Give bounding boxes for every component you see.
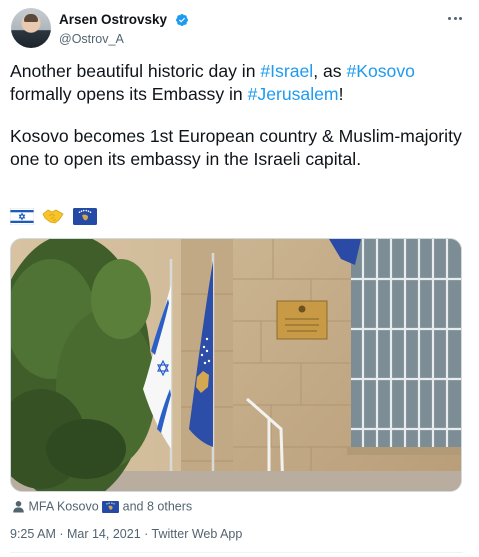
verified-badge-icon: [175, 13, 188, 26]
flag-kosovo-icon: [102, 500, 120, 513]
tweet-time[interactable]: 9:25 AM: [10, 527, 56, 541]
tweet-text-segment: , as: [313, 61, 347, 81]
tweet-photo[interactable]: [10, 238, 462, 492]
divider: [10, 552, 463, 553]
tagged-users[interactable]: MFA Kosovo and 8 others: [12, 498, 192, 515]
tweet-text-segment: Another beautiful historic day in: [10, 61, 261, 81]
meta-separator: ·: [140, 527, 152, 541]
flag-kosovo-icon: [72, 207, 97, 225]
author-handle[interactable]: @Ostrov_A: [59, 30, 189, 48]
tweet-header: Arsen Ostrovsky @Ostrov_A: [11, 8, 465, 48]
tweet-source[interactable]: Twitter Web App: [152, 527, 243, 541]
hashtag-israel-link[interactable]: #Israel: [260, 61, 313, 81]
hashtag-jerusalem-link[interactable]: #Jerusalem: [248, 84, 339, 104]
handshake-icon: [42, 209, 65, 224]
tweet-paragraph-2: Kosovo becomes 1st European country & Mu…: [10, 126, 462, 169]
author-avatar[interactable]: [11, 8, 51, 48]
meta-separator: ·: [55, 527, 67, 541]
tweet-text-segment: !: [338, 84, 344, 104]
emoji-row: [10, 207, 101, 225]
more-options-button[interactable]: [445, 10, 465, 26]
embassy-photo-image: [11, 239, 461, 491]
tweet-date[interactable]: Mar 14, 2021: [67, 527, 141, 541]
tweet-paragraph-1: Another beautiful historic day in #Israe…: [10, 60, 466, 106]
tweet-text-segment: formally opens its Embassy in: [10, 84, 248, 104]
tagged-others-link[interactable]: and 8 others: [123, 500, 193, 514]
hashtag-kosovo-link[interactable]: #Kosovo: [346, 61, 414, 81]
tweet-text: Another beautiful historic day in #Israe…: [10, 60, 466, 171]
flag-israel-icon: [10, 207, 34, 225]
person-icon: [13, 501, 24, 513]
tagged-user-name[interactable]: MFA Kosovo: [28, 500, 98, 514]
tweet-metadata: 9:25 AM · Mar 14, 2021 · Twitter Web App: [10, 526, 242, 542]
author-name-block: Arsen Ostrovsky @Ostrov_A: [59, 11, 189, 48]
author-display-name[interactable]: Arsen Ostrovsky: [59, 11, 167, 28]
